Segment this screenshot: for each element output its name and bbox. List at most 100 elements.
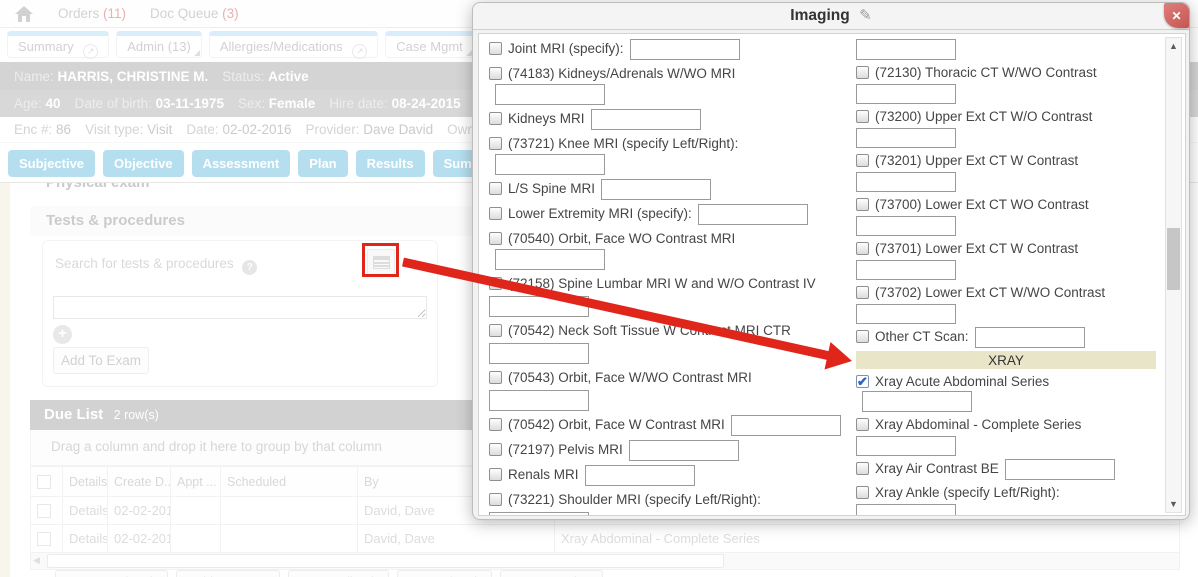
- imaging-option: Xray Ankle (specify Left/Right):: [856, 483, 1158, 516]
- imaging-dialog: Imaging ✎ ✕ Joint MRI (specify): (74183)…: [472, 2, 1190, 520]
- imaging-option: (73201) Upper Ext CT W Contrast: [856, 151, 1158, 192]
- option-checkbox[interactable]: [856, 462, 869, 475]
- option-checkbox[interactable]: [489, 443, 502, 456]
- imaging-option: Xray Air Contrast BE: [856, 459, 1158, 480]
- imaging-option: (73721) Knee MRI (specify Left/Right):: [489, 134, 849, 175]
- option-checkbox[interactable]: [856, 154, 869, 167]
- option-checkbox[interactable]: [856, 110, 869, 123]
- option-checkbox[interactable]: [489, 277, 502, 290]
- scroll-down-icon[interactable]: ▼: [1166, 499, 1181, 509]
- option-checkbox[interactable]: [489, 67, 502, 80]
- option-checkbox[interactable]: [489, 493, 502, 506]
- option-text-input[interactable]: [489, 512, 589, 516]
- option-label: (73201) Upper Ext CT W Contrast: [875, 153, 1078, 168]
- option-label: Lower Extremity MRI (specify):: [508, 206, 692, 221]
- option-text-input[interactable]: [1005, 459, 1115, 480]
- option-checkbox[interactable]: [856, 418, 869, 431]
- option-text-input[interactable]: [489, 296, 589, 317]
- option-checkbox[interactable]: [856, 242, 869, 255]
- imaging-option: Kidneys MRI: [489, 109, 849, 130]
- option-text-input[interactable]: [856, 216, 956, 236]
- option-label: (73200) Upper Ext CT W/O Contrast: [875, 109, 1092, 124]
- option-label: (73721) Knee MRI (specify Left/Right):: [508, 136, 738, 151]
- imaging-option: Other CT Scan:: [856, 327, 1158, 348]
- imaging-option: (74183) Kidneys/Adrenals W/WO MRI: [489, 64, 849, 105]
- option-text-input[interactable]: [856, 304, 956, 324]
- option-label: (72130) Thoracic CT W/WO Contrast: [875, 65, 1097, 80]
- option-checkbox[interactable]: [489, 137, 502, 150]
- option-label: (70542) Neck Soft Tissue W Contrast MRI …: [508, 323, 791, 338]
- option-checkbox[interactable]: [489, 207, 502, 220]
- option-text-input[interactable]: [629, 440, 739, 461]
- close-icon[interactable]: ✕: [1164, 3, 1189, 28]
- option-text-input[interactable]: [495, 154, 605, 175]
- option-label: Xray Abdominal - Complete Series: [875, 417, 1081, 432]
- option-checkbox[interactable]: [489, 112, 502, 125]
- option-checkbox[interactable]: [856, 330, 869, 343]
- option-checkbox[interactable]: [489, 418, 502, 431]
- scroll-up-icon[interactable]: ▲: [1166, 41, 1181, 51]
- option-label: Xray Ankle (specify Left/Right):: [875, 485, 1060, 500]
- option-label: Xray Air Contrast BE: [875, 461, 999, 476]
- imaging-left-column: Joint MRI (specify): (74183) Kidneys/Adr…: [489, 39, 849, 516]
- imaging-option: Xray Abdominal - Complete Series: [856, 415, 1158, 456]
- dialog-title: Imaging: [790, 7, 849, 24]
- option-checkbox[interactable]: [856, 486, 869, 499]
- option-checkbox[interactable]: [489, 371, 502, 384]
- imaging-option: (70542) Neck Soft Tissue W Contrast MRI …: [489, 321, 849, 364]
- option-checkbox[interactable]: [856, 66, 869, 79]
- imaging-option: Joint MRI (specify):: [489, 39, 849, 60]
- imaging-option: Renals MRI: [489, 465, 849, 486]
- scrollbar-thumb[interactable]: [1167, 228, 1180, 290]
- imaging-option: (73200) Upper Ext CT W/O Contrast: [856, 107, 1158, 148]
- imaging-option: (73701) Lower Ext CT W Contrast: [856, 239, 1158, 280]
- dialog-scrollbar[interactable]: ▲ ▼: [1165, 37, 1182, 513]
- option-checkbox[interactable]: [856, 375, 869, 388]
- option-text-input[interactable]: [489, 390, 589, 411]
- option-text-input[interactable]: [856, 39, 956, 60]
- imaging-option: (72158) Spine Lumbar MRI W and W/O Contr…: [489, 274, 849, 317]
- option-checkbox[interactable]: [489, 468, 502, 481]
- ehr-app-window: Orders (11) Doc Queue (3) David, Dave - …: [0, 0, 1198, 577]
- option-label: L/S Spine MRI: [508, 181, 595, 196]
- option-label: (73701) Lower Ext CT W Contrast: [875, 241, 1078, 256]
- imaging-option: L/S Spine MRI: [489, 179, 849, 200]
- option-text-input[interactable]: [591, 109, 701, 130]
- option-text-input[interactable]: [975, 327, 1085, 348]
- option-text-input[interactable]: [698, 204, 808, 225]
- dialog-titlebar[interactable]: Imaging ✎: [473, 3, 1189, 30]
- option-text-input[interactable]: [489, 343, 589, 364]
- option-text-input[interactable]: [495, 84, 605, 105]
- option-text-input[interactable]: [731, 415, 841, 436]
- option-checkbox[interactable]: [489, 42, 502, 55]
- option-text-input[interactable]: [862, 391, 972, 412]
- imaging-option: (70540) Orbit, Face WO Contrast MRI: [489, 229, 849, 270]
- option-text-input[interactable]: [856, 84, 956, 104]
- imaging-right-column: (72130) Thoracic CT W/WO Contrast (73200…: [856, 39, 1158, 516]
- option-text-input[interactable]: [856, 260, 956, 280]
- option-label: Other CT Scan:: [875, 329, 969, 344]
- edit-pencil-icon[interactable]: ✎: [859, 7, 872, 24]
- option-label: (73221) Shoulder MRI (specify Left/Right…: [508, 492, 761, 507]
- option-checkbox[interactable]: [856, 198, 869, 211]
- option-label: (72197) Pelvis MRI: [508, 442, 623, 457]
- imaging-option: Lower Extremity MRI (specify):: [489, 204, 849, 225]
- option-text-input[interactable]: [585, 465, 695, 486]
- option-label: (70543) Orbit, Face W/WO Contrast MRI: [508, 370, 752, 385]
- option-text-input[interactable]: [856, 436, 956, 456]
- option-checkbox[interactable]: [489, 324, 502, 337]
- option-checkbox[interactable]: [489, 232, 502, 245]
- option-text-input[interactable]: [601, 179, 711, 200]
- option-label: XRAY: [988, 353, 1024, 368]
- option-checkbox[interactable]: [856, 286, 869, 299]
- option-text-input[interactable]: [856, 504, 956, 516]
- option-text-input[interactable]: [495, 249, 605, 270]
- option-text-input[interactable]: [856, 172, 956, 192]
- option-label: (70542) Orbit, Face W Contrast MRI: [508, 417, 725, 432]
- option-text-input[interactable]: [630, 39, 740, 60]
- option-label: (73702) Lower Ext CT W/WO Contrast: [875, 285, 1105, 300]
- imaging-option: (73702) Lower Ext CT W/WO Contrast: [856, 283, 1158, 324]
- option-text-input[interactable]: [856, 128, 956, 148]
- imaging-option: (70542) Orbit, Face W Contrast MRI: [489, 415, 849, 436]
- option-checkbox[interactable]: [489, 182, 502, 195]
